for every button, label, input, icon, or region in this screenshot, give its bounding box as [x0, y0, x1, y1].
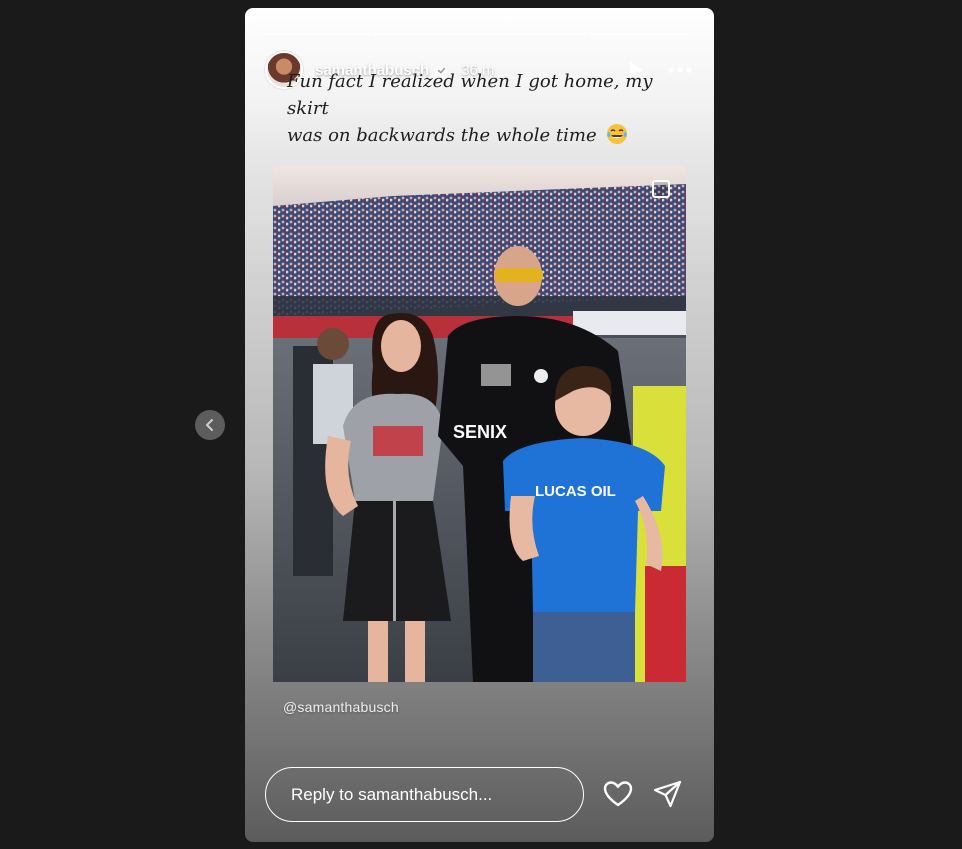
progress-segment: [373, 33, 478, 35]
story-photo: SENIX LUCAS OIL: [273, 166, 686, 682]
boy-shirt-brand: LUCAS OIL: [535, 483, 616, 500]
reply-input[interactable]: Reply to samanthabusch...: [265, 767, 584, 822]
photo-select-checkbox[interactable]: [652, 180, 670, 198]
bystander-head: [317, 328, 349, 360]
story-viewer[interactable]: samanthabusch 36 m Fun fact I realized w…: [245, 8, 714, 842]
mention-sticker[interactable]: @samanthabusch: [283, 699, 399, 715]
race-car-red: [645, 566, 686, 682]
send-icon[interactable]: [652, 778, 684, 810]
progress-segment: [481, 33, 586, 35]
photo-illustration: SENIX LUCAS OIL: [273, 166, 686, 682]
heart-icon[interactable]: [602, 778, 634, 810]
previous-story-button[interactable]: [195, 410, 225, 440]
progress-fill: [481, 33, 586, 35]
banner: [573, 311, 686, 335]
story-progress-bar: [265, 33, 694, 35]
story-caption: Fun fact I realized when I got home, my …: [287, 68, 697, 149]
caption-line-2: was on backwards the whole time: [287, 125, 597, 146]
driver-suit-brand: SENIX: [453, 422, 507, 442]
progress-segment: [589, 33, 694, 35]
caption-line-1: Fun fact I realized when I got home, my …: [287, 71, 653, 119]
reply-placeholder: Reply to samanthabusch...: [291, 784, 493, 804]
chevron-left-icon: [206, 419, 213, 431]
progress-fill: [265, 33, 370, 35]
progress-segment: [265, 33, 370, 35]
laughing-tears-emoji-icon: [607, 124, 628, 144]
progress-fill: [373, 33, 478, 35]
